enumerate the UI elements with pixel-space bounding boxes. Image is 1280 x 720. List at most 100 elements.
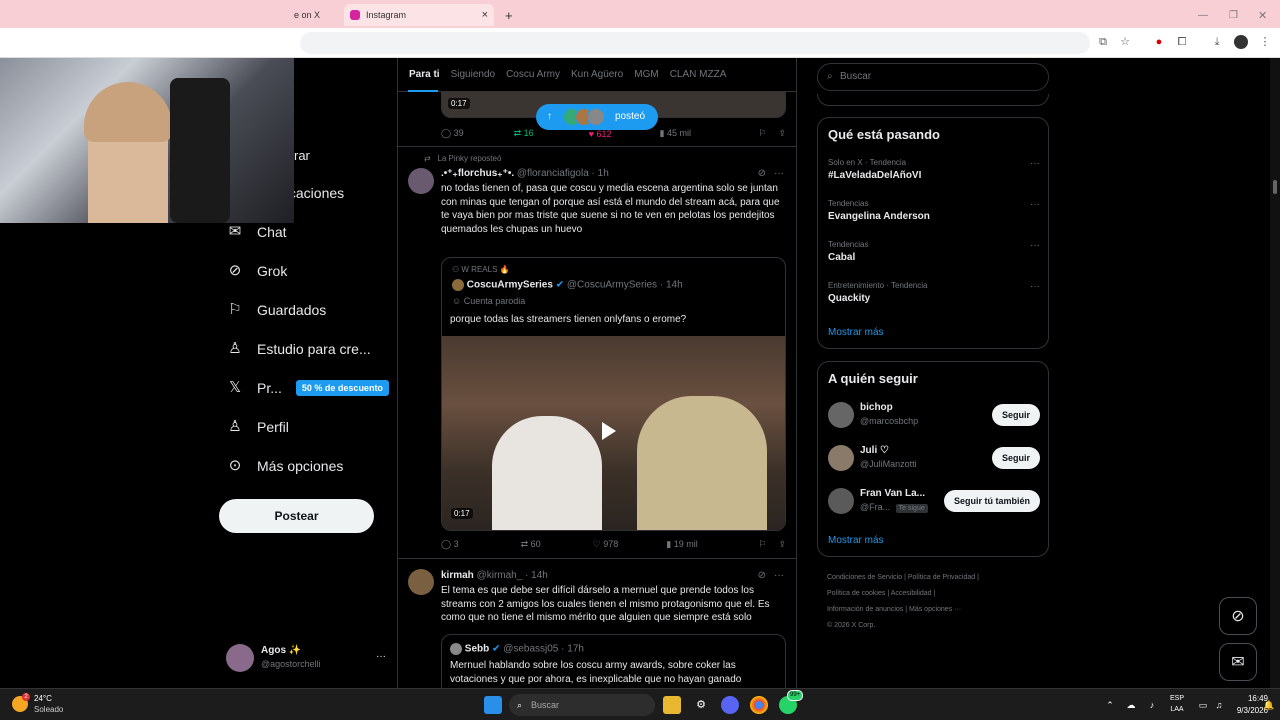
grok-fab-button[interactable]: ⊘ (1219, 597, 1257, 635)
follow-button[interactable]: Seguir (991, 447, 1040, 469)
views-icon[interactable]: ▮ 45 mil (660, 128, 691, 139)
volume-icon[interactable]: ♫ (1210, 696, 1228, 714)
like-icon[interactable]: ♥ 612 (589, 129, 612, 139)
nav-premium[interactable]: 𝕏 Pr... 50 % de descuento (226, 379, 389, 397)
footer-link[interactable]: Política de cookies (827, 590, 885, 597)
footer-link[interactable]: Política de Privacidad (908, 574, 975, 581)
nav-more-options[interactable]: ⊙ Más opciones (226, 457, 344, 475)
discord-icon[interactable] (721, 696, 739, 714)
search-input[interactable]: ⌕ Buscar (817, 63, 1049, 91)
extensions-icon[interactable]: ⧠ (1175, 35, 1189, 49)
settings-icon[interactable]: ⚙ (692, 696, 710, 714)
tab-following[interactable]: Siguiendo (451, 69, 495, 80)
nav-grok[interactable]: ⊘ Grok (226, 262, 288, 280)
bookmark-icon[interactable]: ⚐ (758, 128, 766, 139)
messages-fab-button[interactable]: ✉ (1219, 643, 1257, 681)
footer-link[interactable]: Más opciones ··· (909, 606, 961, 613)
taskbar-search[interactable]: ⌕ Buscar (509, 694, 655, 716)
download-icon[interactable]: ⤓ (1210, 35, 1224, 49)
follow-suggestion[interactable]: Juli ♡ @JuliManzotti Seguir (828, 445, 1040, 475)
post-text: El tema es que debe ser difícil dárselo … (441, 585, 770, 623)
bookmark-icon[interactable]: ⚐ (758, 539, 766, 550)
more-icon[interactable]: ··· (1030, 158, 1040, 169)
footer-link[interactable]: Condiciones de Servicio (827, 574, 902, 581)
kebab-menu-icon[interactable]: ⋮ (1258, 35, 1272, 49)
notification-bell-icon[interactable]: 🔔 (1262, 696, 1276, 714)
microphone-icon[interactable]: ♪ (1143, 696, 1161, 714)
windows-start-icon[interactable] (484, 696, 502, 714)
avatar[interactable] (408, 168, 434, 194)
browser-tab-instagram[interactable]: Instagram × (344, 4, 494, 26)
install-icon[interactable]: ⧉ (1096, 35, 1110, 49)
browser-tab-x[interactable]: e on X (294, 4, 342, 26)
like-icon[interactable]: ♡ 978 (593, 539, 619, 550)
show-more-link[interactable]: Mostrar más (828, 535, 884, 546)
close-window-button[interactable]: ✕ (1258, 4, 1267, 26)
follow-button[interactable]: Seguir (991, 404, 1040, 426)
trend-item[interactable]: Solo en X · Tendencia #LaVeladaDelAñoVI ··… (828, 158, 1040, 181)
trend-item[interactable]: Entretenimiento · Tendencia Quackity ··· (828, 281, 1040, 304)
share-icon[interactable]: ⇪ (778, 539, 786, 550)
grok-icon[interactable]: ⊘ (758, 570, 766, 581)
discount-badge: 50 % de descuento (295, 380, 389, 396)
more-icon[interactable]: ··· (1030, 240, 1040, 251)
new-tab-button[interactable]: + (505, 4, 519, 26)
footer-link[interactable]: Información de anuncios (827, 606, 903, 613)
more-icon[interactable]: ··· (774, 168, 784, 179)
language-indicator[interactable]: ESP LAA (1165, 693, 1189, 715)
avatar[interactable] (408, 569, 434, 595)
nav-profile[interactable]: ♙ Perfil (226, 418, 289, 436)
page-scrollbar[interactable] (1270, 58, 1280, 688)
star-icon[interactable]: ☆ (1118, 35, 1132, 49)
reply-icon[interactable]: ◯ 3 (441, 539, 459, 550)
footer-link[interactable]: Accesibilidad (891, 590, 932, 597)
tab-close-button[interactable]: × (482, 9, 488, 21)
repost-icon[interactable]: ⇄ 60 (521, 539, 541, 550)
author-name[interactable]: kirmah (441, 570, 474, 581)
follow-suggestion[interactable]: bichop @marcosbchp Seguir (828, 402, 1040, 432)
follow-suggestion[interactable]: Fran Van La... @Fra... Te sigue Seguir t… (828, 488, 1040, 518)
account-switcher[interactable]: Agos ✨ @agostorchelli ··· (226, 644, 386, 674)
scrollbar-thumb[interactable] (1273, 180, 1277, 194)
post-button[interactable]: Postear (219, 499, 374, 533)
extension-red-icon[interactable]: ● (1152, 35, 1166, 49)
repost-icon[interactable]: ⇄ 16 (514, 128, 534, 139)
trend-item[interactable]: Tendencias Evangelina Anderson ··· (828, 199, 1040, 222)
maximize-button[interactable]: ❐ (1229, 4, 1238, 26)
weather-widget[interactable]: 2 24°C Soleado (12, 693, 72, 717)
grok-icon[interactable]: ⊘ (758, 168, 766, 179)
nav-chat[interactable]: ✉ Chat (226, 223, 287, 241)
more-icon[interactable]: ··· (1030, 281, 1040, 292)
profile-avatar[interactable] (1234, 35, 1248, 49)
follow-handle: @Fra... Te sigue (860, 502, 928, 513)
tab-clan-mzza[interactable]: CLAN MZZA (670, 69, 727, 80)
nav-creator-studio[interactable]: ♙ Estudio para cre... (226, 340, 370, 358)
play-icon[interactable] (602, 422, 616, 440)
whatsapp-icon[interactable]: 99+ (779, 690, 804, 714)
minimize-button[interactable]: — (1198, 4, 1208, 26)
new-posts-pill[interactable]: ↑ posteó (536, 104, 658, 130)
author-name[interactable]: .•⁺₊florchus₊⁺•. (441, 168, 514, 179)
tab-coscu-army[interactable]: Coscu Army (506, 69, 560, 80)
reply-icon[interactable]: ◯ 39 (441, 128, 464, 139)
quoted-post[interactable]: ⚇ W REALS 🔥 CoscuArmySeries ✔ @CoscuArmy… (441, 257, 786, 531)
file-explorer-icon[interactable] (663, 696, 681, 714)
chevron-up-icon[interactable]: ⌃ (1101, 696, 1119, 714)
trend-item[interactable]: Tendencias Cabal ··· (828, 240, 1040, 263)
nav-bookmarks[interactable]: ⚐ Guardados (226, 301, 326, 319)
chrome-icon[interactable] (750, 696, 768, 714)
show-more-link[interactable]: Mostrar más (828, 327, 884, 338)
share-icon[interactable]: ⇪ (778, 128, 786, 139)
tab-for-you[interactable]: Para ti (409, 69, 440, 80)
tab-mgm[interactable]: MGM (634, 69, 658, 80)
tray-app-icon[interactable]: ☁ (1122, 696, 1140, 714)
more-icon[interactable]: ··· (1030, 199, 1040, 210)
video-thumbnail[interactable]: 0:17 (442, 336, 785, 530)
quoted-post[interactable]: Sebb ✔ @sebassj05 · 17h Mernuel hablando… (441, 634, 786, 688)
address-bar[interactable] (300, 32, 1090, 54)
views-icon[interactable]: ▮ 19 mil (666, 539, 697, 550)
more-icon[interactable]: ··· (774, 570, 784, 581)
follow-back-button[interactable]: Seguir tú también (943, 490, 1040, 512)
more-icon[interactable]: ··· (376, 651, 386, 662)
tab-kun-aguero[interactable]: Kun Agüero (571, 69, 623, 80)
